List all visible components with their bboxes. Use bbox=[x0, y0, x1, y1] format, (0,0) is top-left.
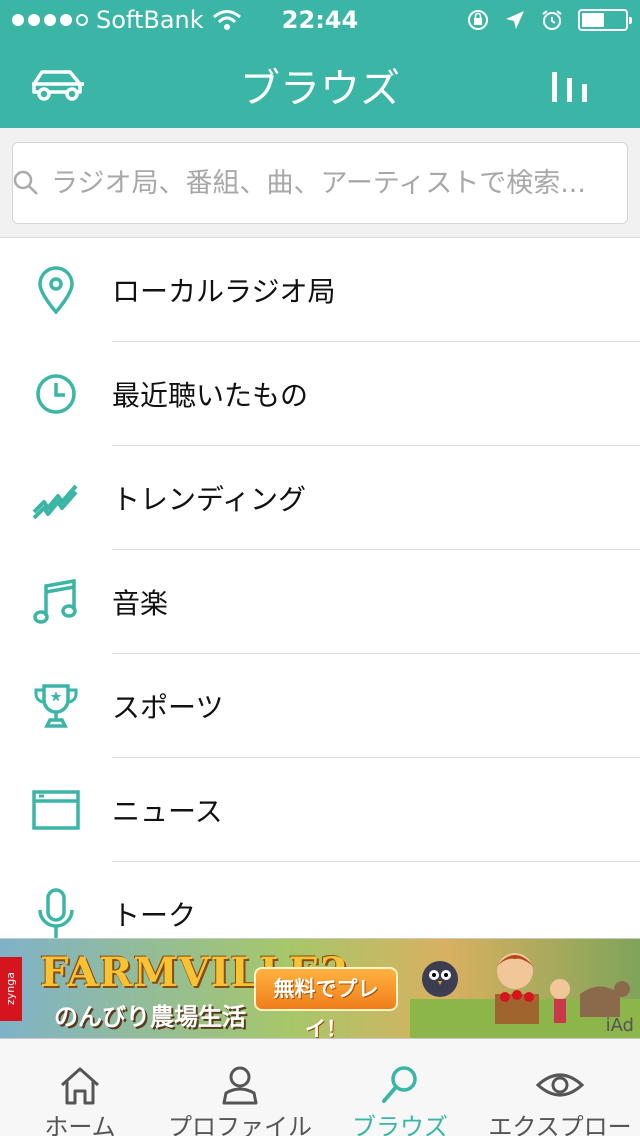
menu-item-recent[interactable]: 最近聴いたもの bbox=[0, 342, 640, 446]
page-title: ブラウズ bbox=[240, 66, 400, 112]
iad-label: iAd bbox=[605, 1015, 634, 1036]
battery-icon bbox=[578, 9, 632, 31]
menu-item-label: ニュース bbox=[112, 795, 223, 828]
trending-icon bbox=[32, 484, 78, 520]
news-window-icon bbox=[32, 790, 80, 830]
search-area bbox=[0, 128, 640, 238]
rotation-lock-icon bbox=[468, 10, 488, 30]
clock-icon bbox=[36, 374, 76, 414]
tab-explore[interactable]: エクスプロー bbox=[480, 1039, 640, 1136]
menu-item-label: 音楽 bbox=[112, 587, 169, 620]
tab-label: ブラウズ bbox=[352, 1113, 448, 1136]
menu-item-label: スポーツ bbox=[112, 691, 224, 724]
ad-banner[interactable]: zynga FARMVILLE2 のんびり農場生活 無料でプレイ！ iAd bbox=[0, 938, 640, 1038]
tab-browse[interactable]: ブラウズ bbox=[320, 1039, 480, 1136]
ad-brand: zynga bbox=[0, 957, 22, 1021]
search-field[interactable] bbox=[12, 142, 628, 224]
ad-play-button[interactable]: 無料でプレイ！ bbox=[254, 967, 398, 1038]
tab-home[interactable]: ホーム bbox=[0, 1039, 160, 1136]
menu-item-label: トレンディング bbox=[112, 483, 307, 516]
menu-item-sports[interactable]: スポーツ bbox=[0, 654, 640, 758]
home-icon bbox=[61, 1067, 99, 1105]
menu-item-label: トーク bbox=[112, 899, 197, 932]
tab-label: ホーム bbox=[44, 1113, 116, 1136]
search-input[interactable] bbox=[51, 167, 611, 199]
location-pin-icon bbox=[38, 266, 74, 315]
trophy-icon bbox=[34, 684, 78, 728]
alarm-icon bbox=[542, 10, 562, 30]
menu-item-label: ローカルラジオ局 bbox=[112, 275, 336, 308]
nav-bar: ブラウズ bbox=[0, 40, 640, 128]
microphone-icon bbox=[38, 888, 74, 938]
menu-item-trending[interactable]: トレンディング bbox=[0, 446, 640, 550]
status-bar: SoftBank 22:44 bbox=[0, 0, 640, 40]
menu-item-news[interactable]: ニュース bbox=[0, 758, 640, 862]
eye-icon bbox=[536, 1073, 584, 1097]
tab-label: プロファイル bbox=[168, 1113, 312, 1136]
status-icons bbox=[466, 8, 632, 32]
ad-subtitle: のんびり農場生活 bbox=[54, 1003, 246, 1031]
browse-menu: ローカルラジオ局 最近聴いたもの トレンディング 音楽 スポーツ ニュース トー… bbox=[0, 238, 640, 966]
now-playing-bars-icon[interactable] bbox=[550, 68, 590, 108]
menu-item-music[interactable]: 音楽 bbox=[0, 550, 640, 654]
tab-profile[interactable]: プロファイル bbox=[160, 1039, 320, 1136]
menu-item-label: 最近聴いたもの bbox=[112, 379, 309, 412]
search-icon bbox=[13, 170, 38, 195]
tab-bar: ホーム プロファイル ブラウズ エクスプロー bbox=[0, 1038, 640, 1136]
tab-label: エクスプロー bbox=[488, 1113, 632, 1136]
music-note-icon bbox=[33, 578, 77, 624]
search-icon bbox=[382, 1066, 417, 1103]
profile-icon bbox=[222, 1066, 258, 1105]
location-arrow-icon bbox=[506, 11, 524, 29]
menu-item-local-radio[interactable]: ローカルラジオ局 bbox=[0, 238, 640, 342]
